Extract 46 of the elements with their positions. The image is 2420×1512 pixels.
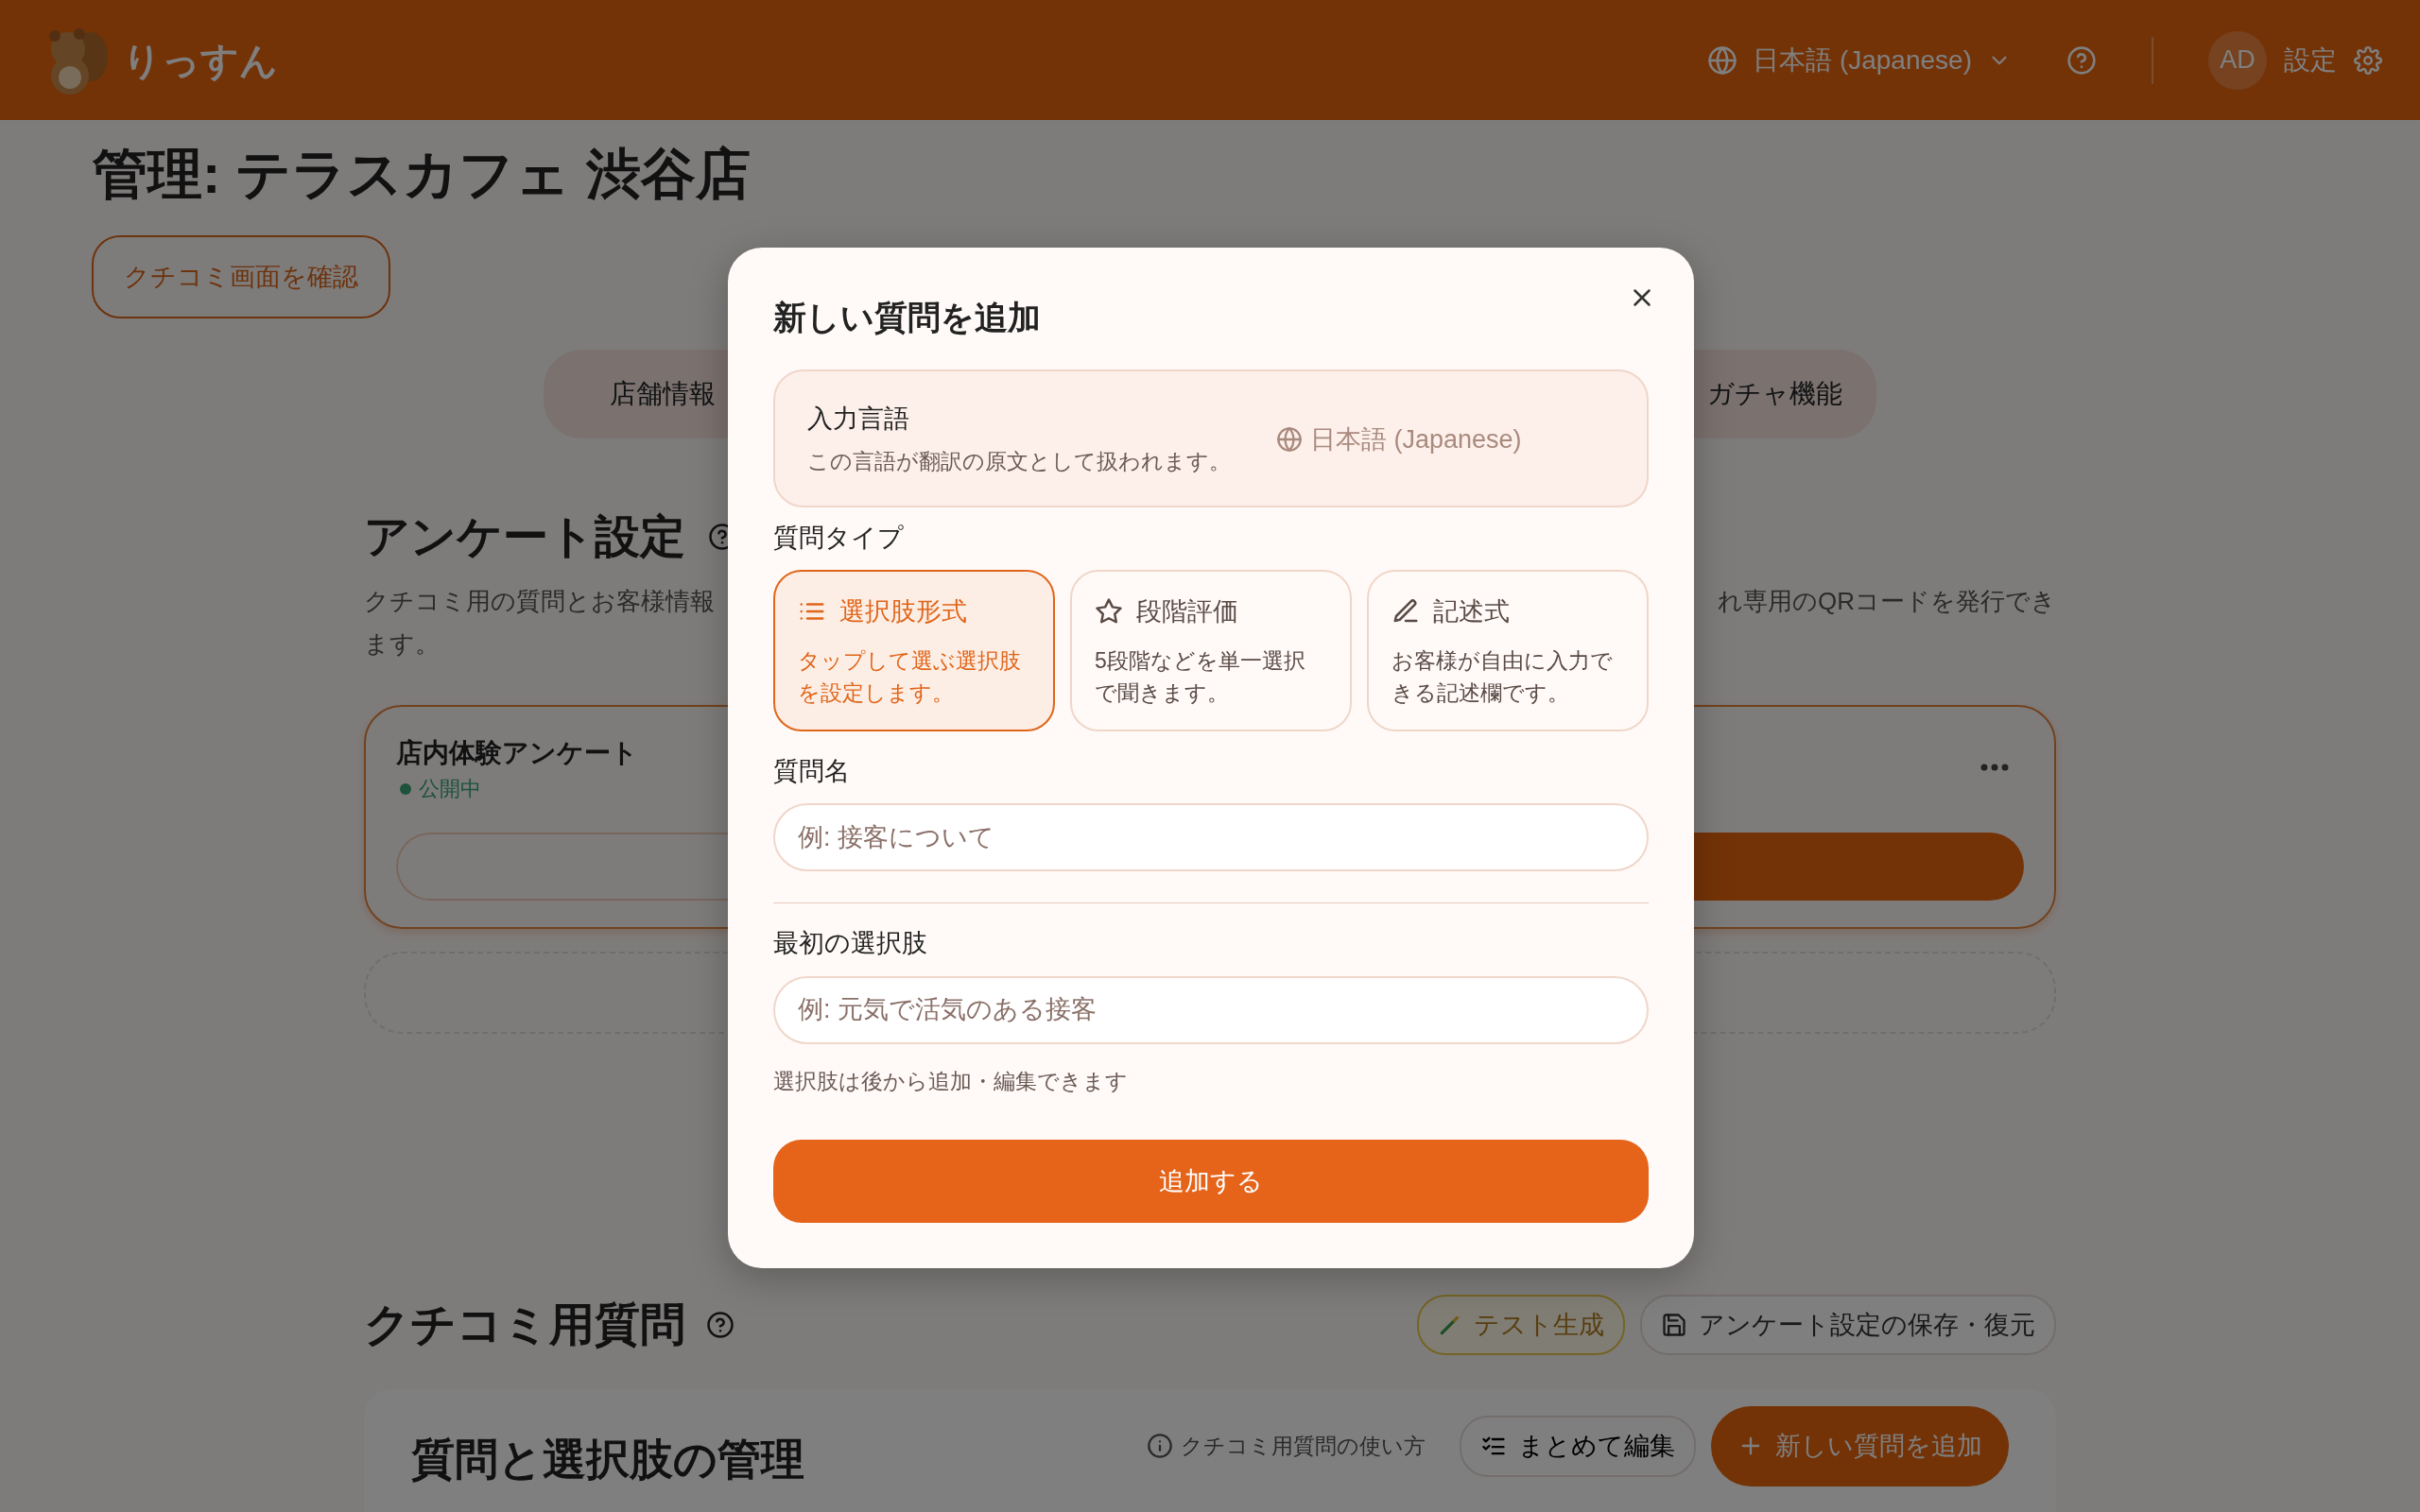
tab[interactable]: 店舗情報 [610, 374, 716, 415]
help-link[interactable]: クチコミ用質問の使い方 [1147, 1430, 1426, 1463]
action-button[interactable]: アンケート設定の保存・復元 [1640, 1294, 2056, 1356]
type-description: 5段階などを単一選択で聞きます。 [1095, 646, 1306, 707]
description-text: れ専用のQRコードを発行でき [1718, 586, 2056, 618]
section-title: アンケート設定 [364, 510, 685, 564]
add-question-button[interactable]: 新しい質問を追加 [1711, 1406, 2009, 1486]
question-type-card[interactable]: 記述式 お客様が自由に入力できる記述欄です。 [1367, 570, 1649, 731]
preview-button[interactable]: クチコミ画面を確認 [92, 234, 390, 319]
logo-text: りっすん [123, 38, 278, 83]
text-input[interactable]: 例: 接客について [773, 803, 1649, 871]
type-title: 記述式 [1433, 596, 1510, 627]
action-button[interactable]: テスト生成 [1417, 1294, 1625, 1356]
description-text: ます。 [364, 628, 440, 661]
question-type-card[interactable]: 選択肢形式 タップして選ぶ選択肢を設定します。 [773, 570, 1055, 731]
status-dot [400, 782, 411, 795]
settings-label: 設定 [2284, 43, 2337, 77]
language-hint: この言語が翻訳の原文として扱われます。 [807, 448, 1232, 475]
question-type-card[interactable]: 段階評価 5段階などを単一選択で聞きます。 [1070, 570, 1352, 731]
globe-icon [1707, 44, 1738, 76]
field-label: 質問名 [773, 755, 851, 787]
type-description: お客様が自由に入力できる記述欄です。 [1392, 646, 1614, 707]
bulk-edit-button[interactable]: まとめて編集 [1460, 1416, 1696, 1477]
type-title: 選択肢形式 [839, 596, 967, 627]
panel-title: 質問と選択肢の管理 [411, 1434, 804, 1486]
submit-button[interactable]: 追加する [773, 1140, 1649, 1223]
language-label: 入力言語 [807, 403, 910, 435]
globe-icon [1276, 425, 1303, 453]
page-title: 管理: テラスカフェ 渋谷店 [93, 142, 752, 206]
tab[interactable]: ガチャ機能 [1707, 374, 1842, 415]
save-icon [1661, 1312, 1687, 1339]
description-text: クチコミ用の質問とお客様情報 [364, 586, 715, 618]
status-label: 公開中 [419, 776, 481, 803]
more-icon[interactable] [1980, 764, 2009, 772]
hint-text: 選択肢は後から追加・編集できます [773, 1067, 1129, 1095]
type-title: 段階評価 [1136, 596, 1238, 627]
text-input[interactable]: 例: 元気で活気のある接客 [773, 975, 1649, 1044]
type-description: タップして選ぶ選択肢を設定します。 [798, 646, 1022, 707]
field-label: 質問タイプ [773, 522, 905, 554]
modal-title: 新しい質問を追加 [773, 298, 1042, 337]
field-label: 最初の選択肢 [773, 928, 928, 959]
section-title: クチコミ用質問 [364, 1298, 685, 1352]
survey-name: 店内体験アンケート [396, 737, 638, 770]
language-selector[interactable]: 日本語 (Japanese) [1707, 40, 2012, 80]
info-icon [1147, 1433, 1173, 1460]
language-value: 日本語 (Japanese) [1310, 423, 1522, 455]
